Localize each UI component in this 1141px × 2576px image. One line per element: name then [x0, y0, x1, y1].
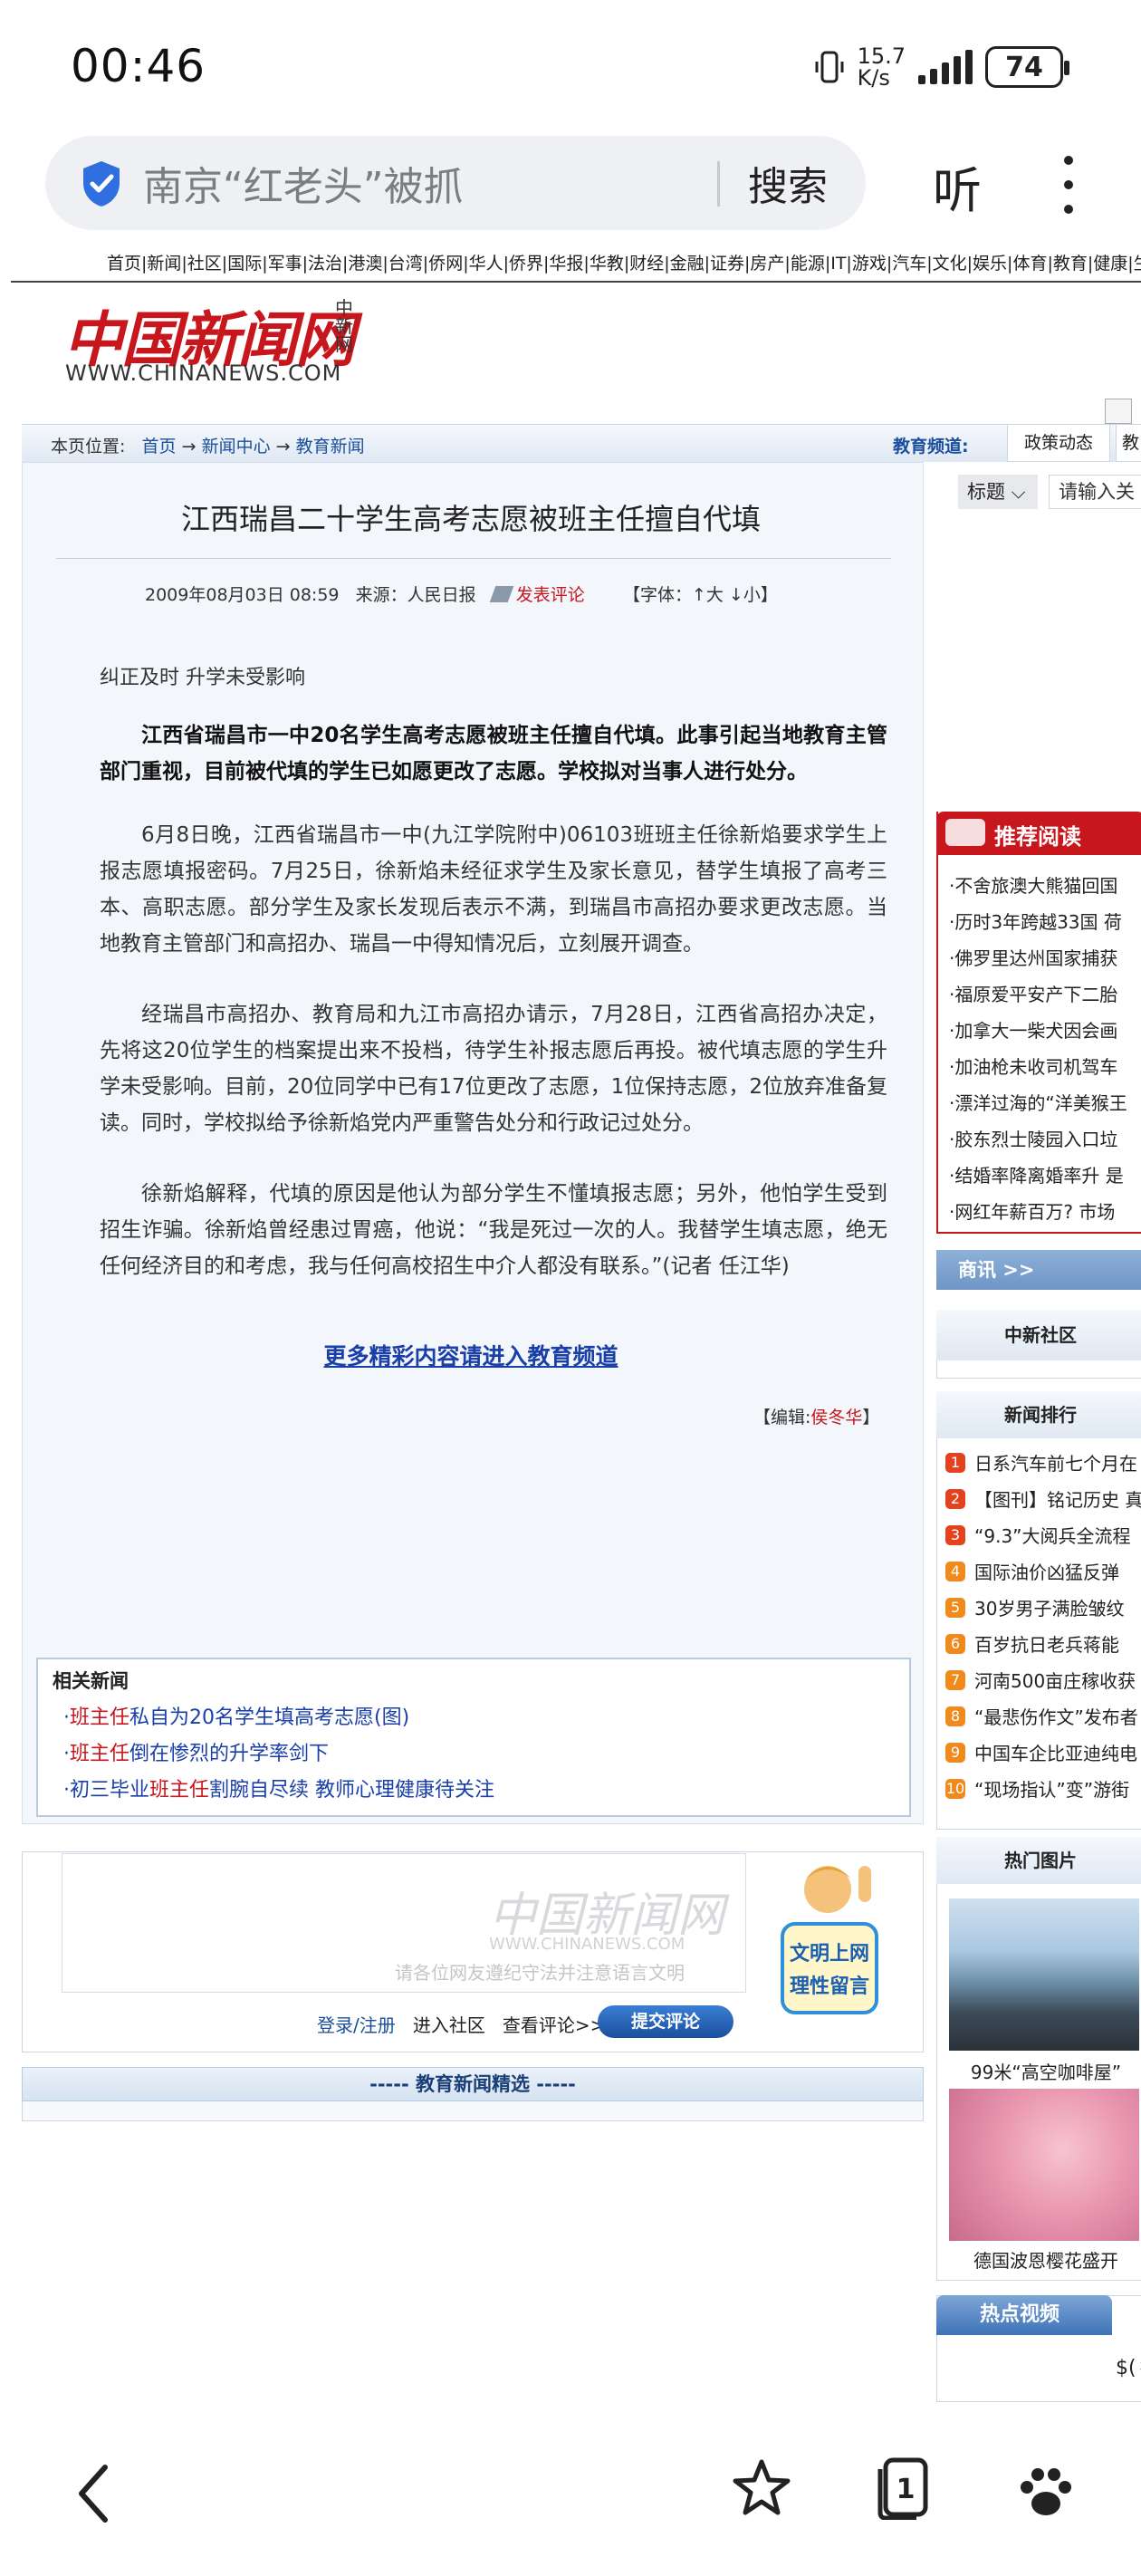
news-ranking-title: 新闻排行 [936, 1391, 1141, 1438]
recommended-item[interactable]: ·不舍旅澳大熊猫回国 [949, 871, 1141, 898]
editor-credit: 【编辑:侯冬华】 [753, 1408, 880, 1427]
article-paragraph-2: 经瑞昌市高招办、教育局和九江市高招办请示，7月28日，江西省高招办决定，先将这2… [100, 1003, 887, 1135]
signal-icon [918, 50, 973, 84]
site-logo-url: WWW.CHINANEWS.COM [65, 360, 342, 386]
status-icons: 15.7 K/s 74 [814, 43, 1069, 91]
breadcrumb: 本页位置: 首页 → 新闻中心 → 教育新闻 [51, 437, 365, 457]
related-news-item[interactable]: ·班主任私自为20名学生填高考志愿(图) [63, 1701, 409, 1730]
article-date: 2009年08月03日 08:59 [145, 585, 340, 605]
edu-selection-header: ----- 教育新闻精选 ----- [22, 2067, 924, 2101]
article-source: 来源：人民日报 [355, 585, 476, 605]
recommended-item[interactable]: ·佛罗里达州国家捕获 [949, 944, 1141, 970]
related-news-heading: 相关新闻 [53, 1670, 129, 1692]
ranking-item[interactable]: 8 “最悲伤作文”发布者 [945, 1703, 1141, 1729]
view-comments-link[interactable]: 查看评论>> [503, 2014, 606, 2036]
business-news-header[interactable]: 商讯 >> [936, 1250, 1141, 1290]
article-paragraph-3: 徐新焰解释，代填的原因是他认为部分学生不懂填报志愿；另外，他怕学生受到招生诈骗。… [100, 1182, 887, 1278]
site-top-nav[interactable]: 首页|新闻|社区|国际|军事|法治|港澳|台湾|侨网|华人|侨界|华报|华教|财… [107, 250, 1141, 274]
badge-line-1: 文明上网 [790, 1942, 869, 1966]
search-type-select[interactable]: 标题 ⌵ [958, 475, 1038, 509]
phone-screen: 00:46 15.7 K/s 74 南京“红老头”被抓 搜索 听 首页|新闻|社区… [0, 0, 1141, 2576]
edu-channel-link[interactable]: 更多精彩内容请进入教育频道 [0, 1339, 942, 1371]
photo-caption-1[interactable]: 99米“高空咖啡屋” [949, 2058, 1141, 2084]
recommended-item[interactable]: ·历时3年跨越33国 荷 [949, 908, 1141, 934]
net-speed: 15.7 K/s [857, 43, 906, 91]
recommended-title: 推荐阅读 [994, 824, 1081, 850]
vibrate-icon [815, 51, 844, 83]
cherry-blossom-photo[interactable] [949, 2089, 1139, 2241]
breadcrumb-news-center[interactable]: 新闻中心 [202, 437, 271, 457]
login-link[interactable]: 登录/注册 [317, 2014, 396, 2036]
ranking-item[interactable]: 4 国际油价凶猛反弹 [945, 1558, 1141, 1584]
edu-selection-body [22, 2101, 924, 2121]
broken-image-icon [1105, 399, 1132, 424]
font-size-control[interactable]: 【字体：↑大 ↓小】 [623, 585, 778, 605]
title-divider [56, 558, 891, 559]
recommended-item[interactable]: ·漂洋过海的“洋美猴王 [949, 1089, 1141, 1115]
comment-links: 登录/注册 进入社区 查看评论>> [317, 2011, 605, 2037]
ranking-item[interactable]: 5 30岁男子满脸皱纹 [945, 1594, 1141, 1620]
article-paragraph-1: 6月8日晚，江西省瑞昌市一中(九江学院附中)06103班班主任徐新焰要求学生上报… [100, 823, 887, 956]
megaphone-icon [945, 819, 985, 846]
address-divider [717, 161, 720, 207]
recommended-item[interactable]: ·胶东烈士陵园入口垃 [949, 1125, 1141, 1151]
hot-video-text: $(彳 [1116, 2357, 1141, 2379]
enter-community-link[interactable]: 进入社区 [413, 2014, 485, 2036]
sidebar-search-input[interactable]: 请输入关 [1049, 475, 1141, 509]
ranking-item[interactable]: 6 百岁抗日老兵蒋能 [945, 1630, 1141, 1657]
hot-pictures-title: 热门图片 [936, 1837, 1141, 1884]
recommended-item[interactable]: ·网红年薪百万? 市场 [949, 1197, 1141, 1224]
sky-cafe-photo[interactable] [949, 1898, 1139, 2051]
breadcrumb-edu-news[interactable]: 教育新闻 [296, 437, 365, 457]
battery-indicator: 74 [985, 46, 1069, 88]
shield-check-icon [83, 161, 120, 207]
photo-caption-2[interactable]: 德国波恩樱花盛开 [949, 2246, 1141, 2273]
breadcrumb-home[interactable]: 首页 [142, 437, 177, 457]
back-arrow-icon[interactable] [72, 2462, 112, 2525]
recommended-item[interactable]: ·加拿大一柴犬因会画 [949, 1016, 1141, 1043]
ranking-item[interactable]: 10 “现场指认”变”游街 [945, 1775, 1141, 1802]
ranking-item[interactable]: 3 “9.3”大阅兵全流程 [945, 1522, 1141, 1548]
civil-comment-badge-icon: 文明上网 理性留言 [781, 1866, 878, 2014]
edu-channel-label: 教育频道: [893, 437, 969, 457]
submit-comment-button[interactable]: 提交评论 [598, 2005, 734, 2038]
comment-link[interactable]: 发表评论 [516, 585, 585, 605]
address-text[interactable]: 南京“红老头”被抓 [143, 154, 464, 212]
tab-edu[interactable]: 教 [1116, 424, 1141, 462]
search-button[interactable]: 搜索 [748, 154, 828, 212]
svg-text:1: 1 [896, 2474, 916, 2505]
browser-bottom-bar [0, 2433, 1141, 2576]
ranking-item[interactable]: 9 中国车企比亚迪纯电 [945, 1739, 1141, 1765]
tab-policy-news[interactable]: 政策动态 [1007, 424, 1110, 462]
nav-divider [11, 281, 1141, 283]
paw-menu-icon[interactable] [1014, 2460, 1078, 2523]
bookmark-star-icon[interactable] [730, 2456, 793, 2520]
recommended-item[interactable]: ·福原爱平安产下二胎 [949, 980, 1141, 1006]
article-lead: 江西省瑞昌市一中20名学生高考志愿被班主任擅自代填。此事引起当地教育主管部门重视… [100, 724, 887, 783]
related-news-item[interactable]: ·初三毕业班主任割腕自尽续 教师心理健康待关注 [63, 1773, 494, 1802]
article-title: 江西瑞昌二十学生高考志愿被班主任擅自代填 [180, 502, 761, 536]
ranking-item[interactable]: 2 【图刊】铭记历史 真 [945, 1485, 1141, 1512]
hot-video-tab[interactable]: 热点视频 [936, 2295, 1112, 2335]
ranking-item[interactable]: 7 河南500亩庄稼收获 [945, 1667, 1141, 1693]
site-logo-short: 中新网 [335, 297, 353, 355]
article-subtitle: 纠正及时 升学未受影响 [100, 667, 305, 689]
comment-watermark-url: WWW.CHINANEWS.COM [489, 1935, 686, 1954]
related-news-item[interactable]: ·班主任倒在惨烈的升学率剑下 [63, 1737, 329, 1766]
status-time: 00:46 [71, 40, 206, 92]
community-title[interactable]: 中新社区 [936, 1310, 1141, 1360]
article-meta: 2009年08月03日 08:59 来源：人民日报 发表评论 【字体：↑大 ↓小… [145, 582, 778, 606]
comment-tip: 请各位网友遵纪守法并注意语言文明 [395, 1962, 685, 1984]
badge-line-2: 理性留言 [790, 1975, 869, 1998]
more-menu-icon[interactable] [1060, 156, 1078, 214]
recommended-item[interactable]: ·结婚率降离婚率升 是 [949, 1161, 1141, 1187]
recommended-item[interactable]: ·加油枪未收司机驾车 [949, 1053, 1141, 1079]
tabs-count-icon[interactable]: 1 [875, 2456, 931, 2520]
pen-icon [489, 586, 513, 602]
listen-button[interactable]: 听 [933, 150, 982, 222]
ranking-item[interactable]: 1 日系汽车前七个月在 [945, 1449, 1141, 1475]
